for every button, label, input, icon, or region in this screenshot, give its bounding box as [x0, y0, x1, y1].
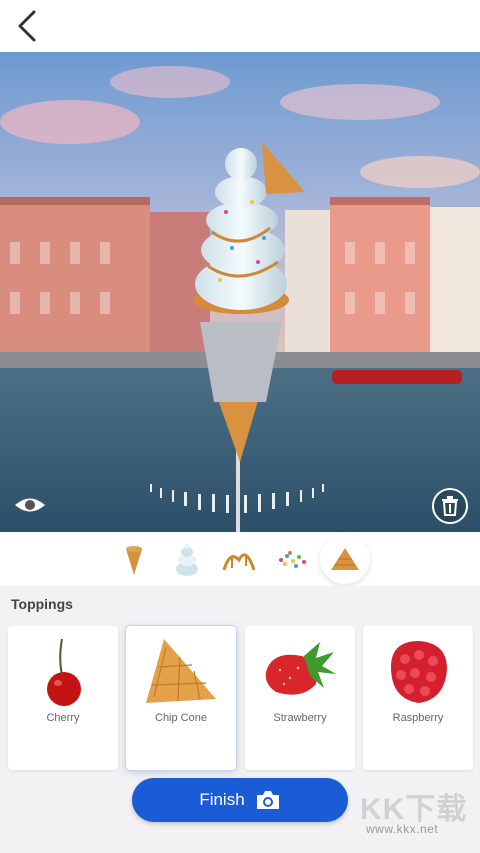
chip-cone-thumbnail [126, 632, 236, 712]
venice-background-image [0, 52, 480, 532]
site-watermark: KK下载 www.kkx.net [360, 784, 476, 844]
chip-cone-icon [331, 548, 359, 570]
topping-label: Strawberry [273, 712, 327, 724]
raspberry-thumbnail [363, 632, 473, 712]
cherry-thumbnail [8, 632, 118, 712]
category-sprinkles[interactable] [270, 538, 314, 582]
eye-icon [15, 498, 45, 512]
chevron-left-icon [18, 10, 36, 42]
watermark-url: www.kkx.net [366, 822, 439, 836]
back-button[interactable] [10, 8, 46, 44]
category-ice-cream-swirl[interactable] [165, 538, 209, 582]
finish-button[interactable]: Finish [132, 778, 348, 822]
sprinkles-icon [279, 551, 306, 568]
ice-cream-editor-screen: Toppings Cherry Chip Cone Strawberry Ras… [0, 0, 480, 853]
topping-card-strawberry[interactable]: Strawberry [245, 626, 355, 770]
raspberry-icon [391, 641, 447, 703]
toppings-panel: Toppings Cherry Chip Cone Strawberry Ras… [0, 586, 480, 853]
trash-icon [442, 496, 458, 516]
topping-card-cherry[interactable]: Cherry [8, 626, 118, 770]
category-syrup[interactable] [217, 538, 261, 582]
section-title: Toppings [11, 596, 73, 612]
topping-label: Raspberry [392, 712, 444, 724]
topping-card-raspberry[interactable]: Raspberry [363, 626, 473, 770]
topping-label: Cherry [46, 712, 80, 724]
category-cone[interactable] [112, 538, 156, 582]
camera-icon [256, 791, 279, 809]
strawberry-thumbnail [245, 632, 355, 712]
topping-label: Chip Cone [155, 712, 207, 724]
strawberry-icon [265, 642, 336, 695]
toggle-visibility-button[interactable] [12, 492, 48, 518]
category-toppings[interactable] [320, 534, 370, 584]
top-bar [0, 0, 480, 52]
chip-cone-icon [146, 639, 216, 703]
cone-icon [126, 546, 142, 575]
watermark-logo: KK下载 [360, 793, 468, 826]
swirl-icon [176, 543, 198, 576]
delete-topping-button[interactable] [432, 488, 468, 524]
finish-button-label: Finish [199, 790, 245, 809]
ar-preview[interactable] [0, 52, 480, 532]
cherry-icon [47, 638, 81, 706]
topping-card-chip-cone[interactable]: Chip Cone [126, 626, 236, 770]
category-tab-bar [0, 532, 480, 586]
syrup-drizzle-icon [222, 553, 256, 571]
